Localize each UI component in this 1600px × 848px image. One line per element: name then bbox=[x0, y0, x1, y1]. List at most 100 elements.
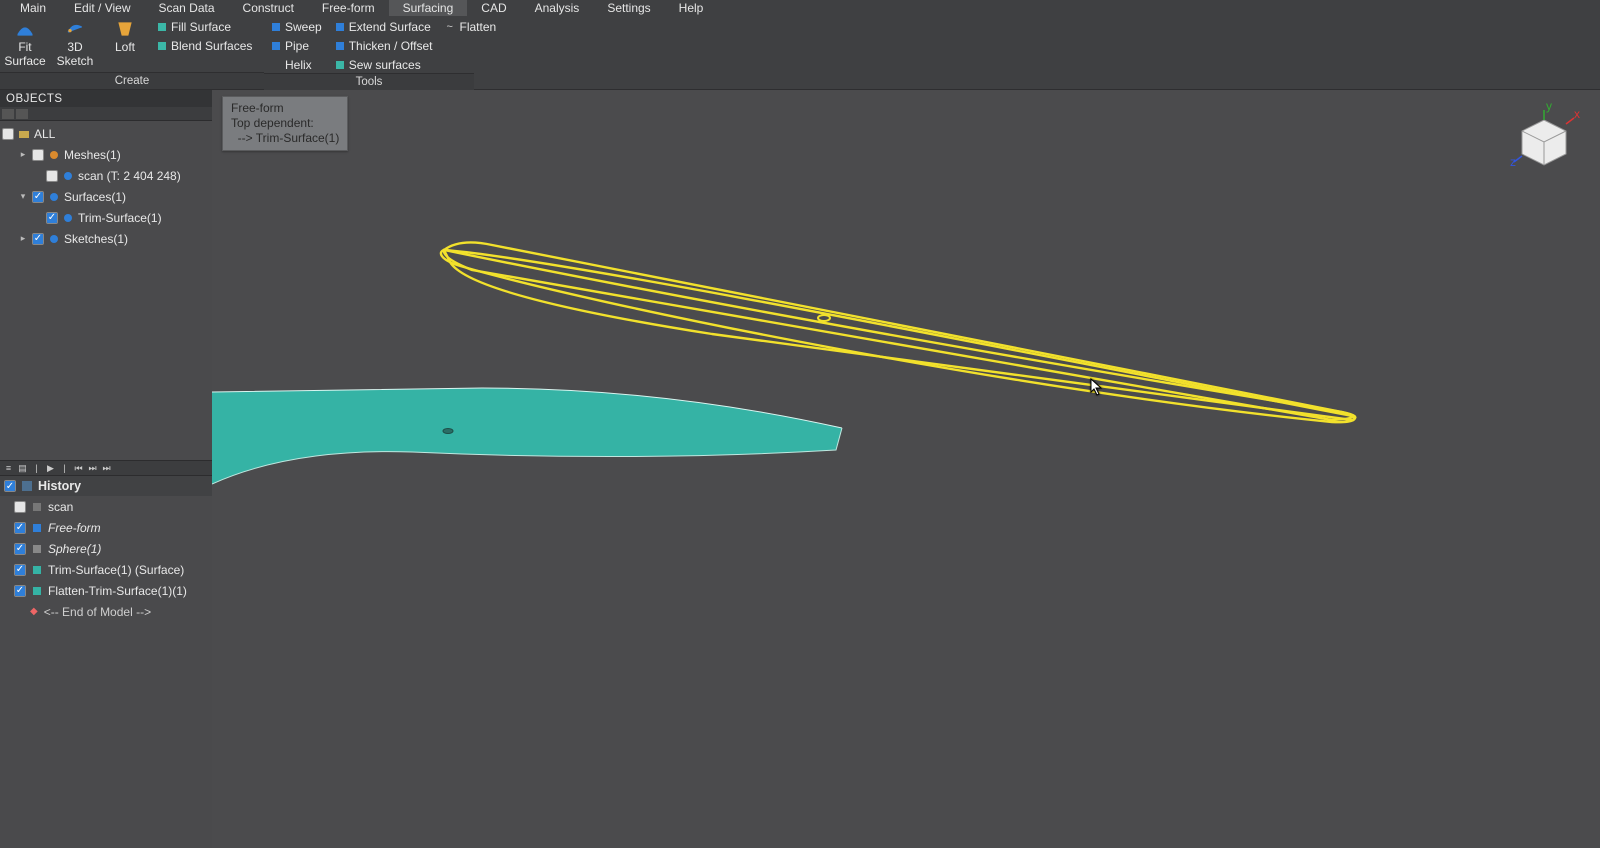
thicken-icon bbox=[336, 42, 344, 50]
checkbox[interactable] bbox=[14, 585, 26, 597]
item-icon bbox=[31, 543, 43, 555]
svg-text:x: x bbox=[1574, 107, 1580, 121]
objects-panel: OBJECTS ALL ▸Meshes(1) scan (T: 2 404 248… bbox=[0, 90, 212, 251]
objects-tree: ALL ▸Meshes(1) scan (T: 2 404 248) ▾ Surfac… bbox=[0, 121, 212, 251]
3d-sketch-button[interactable]: 3D Sketch bbox=[50, 16, 100, 69]
item-icon bbox=[62, 170, 74, 182]
checkbox[interactable] bbox=[14, 501, 26, 513]
svg-text:y: y bbox=[1546, 99, 1552, 113]
checkbox[interactable] bbox=[32, 191, 44, 203]
ribbon: Fit Surface 3D Sketch Loft Fill Surface … bbox=[0, 16, 1600, 90]
history-icon bbox=[21, 480, 33, 492]
viewport-3d[interactable]: Free-form Top dependent: --> Trim-Surfac… bbox=[212, 90, 1600, 848]
tree-label: Trim-Surface(1) bbox=[78, 211, 162, 225]
loft-label: Loft bbox=[115, 41, 135, 55]
menu-item-surfacing[interactable]: Surfacing bbox=[389, 0, 468, 16]
menu-item-construct[interactable]: Construct bbox=[229, 0, 308, 16]
pipe-icon bbox=[272, 42, 280, 50]
tree-label: scan (T: 2 404 248) bbox=[78, 169, 181, 183]
sketch-3d-icon bbox=[64, 19, 86, 39]
checkbox[interactable] bbox=[46, 212, 58, 224]
loft-button[interactable]: Loft bbox=[100, 16, 150, 55]
menu-item-analysis[interactable]: Analysis bbox=[521, 0, 594, 16]
fill-surface-icon bbox=[158, 23, 166, 31]
history-header[interactable]: History bbox=[0, 476, 212, 496]
item-icon bbox=[31, 564, 43, 576]
sweep-button[interactable]: Sweep bbox=[272, 18, 322, 35]
checkbox[interactable] bbox=[32, 233, 44, 245]
tree-root-all[interactable]: ALL bbox=[0, 123, 212, 144]
flatten-icon: ~ bbox=[447, 23, 455, 31]
item-icon bbox=[62, 212, 74, 224]
tree-item[interactable]: ▾ Surfaces(1) bbox=[0, 186, 212, 207]
expand-toggle[interactable]: ▾ bbox=[18, 191, 28, 202]
history-item[interactable]: Sphere(1) bbox=[0, 538, 212, 559]
checkbox[interactable] bbox=[2, 128, 14, 140]
menu-item-help[interactable]: Help bbox=[665, 0, 718, 16]
extend-surface-icon bbox=[336, 23, 344, 31]
menu-bar: MainEdit / ViewScan DataConstructFree-fo… bbox=[0, 0, 1600, 16]
sweep-icon bbox=[272, 23, 280, 31]
tree-item[interactable]: Trim-Surface(1) bbox=[0, 207, 212, 228]
fit-surface-button[interactable]: Fit Surface bbox=[0, 16, 50, 69]
checkbox[interactable] bbox=[32, 149, 44, 161]
history-label: Flatten-Trim-Surface(1)(1) bbox=[48, 584, 187, 598]
checkbox[interactable] bbox=[14, 564, 26, 576]
helix-icon bbox=[272, 61, 280, 69]
checkbox[interactable] bbox=[14, 543, 26, 555]
history-item[interactable]: Free-form bbox=[0, 517, 212, 538]
helix-button[interactable]: Helix bbox=[272, 56, 322, 73]
checkbox[interactable] bbox=[46, 170, 58, 182]
folder-icon bbox=[18, 128, 30, 140]
history-item[interactable]: Trim-Surface(1) (Surface) bbox=[0, 559, 212, 580]
objects-toolbar[interactable] bbox=[0, 107, 212, 121]
history-item[interactable]: Flatten-Trim-Surface(1)(1) bbox=[0, 580, 212, 601]
tree-item[interactable]: ▸Meshes(1) bbox=[0, 144, 212, 165]
item-icon bbox=[48, 149, 60, 161]
history-item[interactable]: scan bbox=[0, 496, 212, 517]
menu-item-scan-data[interactable]: Scan Data bbox=[145, 0, 229, 16]
tree-label: Surfaces(1) bbox=[64, 190, 126, 204]
flatten-button[interactable]: ~Flatten bbox=[447, 18, 497, 35]
ribbon-group-create: Fit Surface 3D Sketch Loft Fill Surface … bbox=[0, 16, 264, 89]
end-of-model-label: <-- End of Model --> bbox=[44, 605, 151, 619]
history-toolbar[interactable]: ≡▤|▶|⏮⏭⏭ bbox=[0, 460, 212, 476]
item-icon bbox=[31, 585, 43, 597]
fit-surface-label: Fit Surface bbox=[4, 41, 45, 69]
item-icon bbox=[31, 522, 43, 534]
expand-toggle[interactable]: ▸ bbox=[18, 233, 28, 244]
history-label: Sphere(1) bbox=[48, 542, 101, 556]
menu-item-settings[interactable]: Settings bbox=[593, 0, 664, 16]
pipe-button[interactable]: Pipe bbox=[272, 37, 322, 54]
checkbox[interactable] bbox=[14, 522, 26, 534]
extend-surface-button[interactable]: Extend Surface bbox=[336, 18, 433, 35]
checkbox[interactable] bbox=[4, 480, 16, 492]
ribbon-group-label-create: Create bbox=[0, 72, 264, 89]
fill-surface-button[interactable]: Fill Surface bbox=[158, 18, 252, 35]
history-label: Free-form bbox=[48, 521, 101, 535]
blend-surfaces-button[interactable]: Blend Surfaces bbox=[158, 37, 252, 54]
ribbon-group-tools: Sweep Pipe Helix Extend Surface Thicken … bbox=[264, 16, 474, 89]
trim-surface-geometry[interactable] bbox=[212, 90, 1600, 848]
history-panel: ≡▤|▶|⏮⏭⏭ History scan Free-form Sphere(1) T… bbox=[0, 460, 212, 622]
pin-icon: ◆ bbox=[30, 606, 38, 617]
tools-col-1: Sweep Pipe Helix bbox=[264, 16, 328, 73]
objects-header: OBJECTS bbox=[0, 90, 212, 107]
item-icon bbox=[48, 233, 60, 245]
fit-surface-icon bbox=[14, 19, 36, 39]
3d-sketch-label: 3D Sketch bbox=[57, 41, 94, 69]
menu-item-cad[interactable]: CAD bbox=[467, 0, 520, 16]
loft-icon bbox=[114, 19, 136, 39]
sew-surfaces-button[interactable]: Sew surfaces bbox=[336, 56, 433, 73]
item-icon bbox=[48, 191, 60, 203]
thicken-offset-button[interactable]: Thicken / Offset bbox=[336, 37, 433, 54]
menu-item-free-form[interactable]: Free-form bbox=[308, 0, 389, 16]
expand-toggle[interactable]: ▸ bbox=[18, 149, 28, 160]
item-icon bbox=[31, 501, 43, 513]
history-title: History bbox=[38, 479, 81, 493]
navigation-cube[interactable]: x y z bbox=[1516, 114, 1572, 170]
menu-item-main[interactable]: Main bbox=[6, 0, 60, 16]
menu-item-edit-view[interactable]: Edit / View bbox=[60, 0, 144, 16]
tree-item[interactable]: scan (T: 2 404 248) bbox=[0, 165, 212, 186]
tree-item[interactable]: ▸Sketches(1) bbox=[0, 228, 212, 249]
